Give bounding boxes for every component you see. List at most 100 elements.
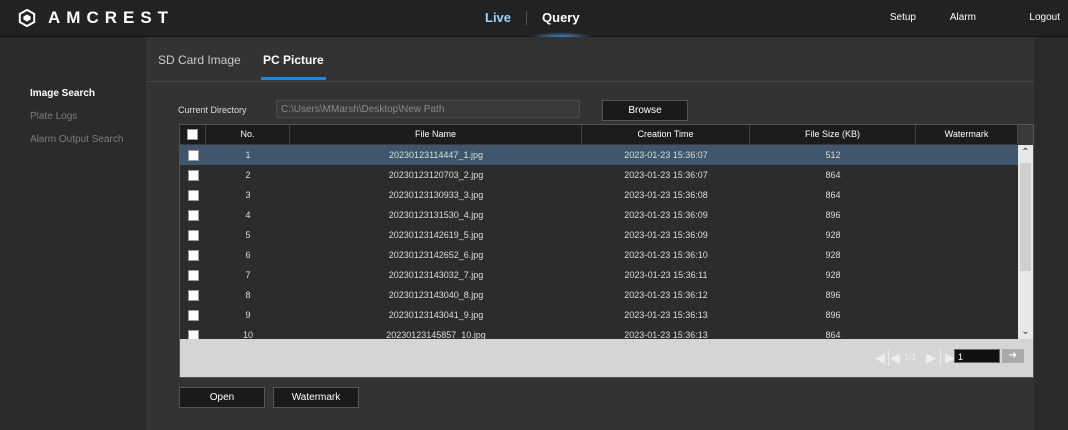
cell-watermark xyxy=(916,265,1018,285)
main-panel: SD Card Image PC Picture Current Directo… xyxy=(146,37,1034,430)
table-row[interactable]: 8 20230123143040_8.jpg 2023-01-23 15:36:12… xyxy=(180,285,1018,305)
go-to-page-icon[interactable]: ➜ xyxy=(1002,349,1024,363)
scroll-up-icon[interactable]: ⌃ xyxy=(1018,145,1033,160)
table-row[interactable]: 9 20230123143041_9.jpg 2023-01-23 15:36:13… xyxy=(180,305,1018,325)
select-all-checkbox[interactable] xyxy=(187,129,198,141)
tab-pc-picture[interactable]: PC Picture xyxy=(261,53,326,80)
row-checkbox[interactable] xyxy=(187,310,199,322)
table-row[interactable]: 1 20230123114447_1.jpg 2023-01-23 15:36:07… xyxy=(180,145,1018,165)
table-row[interactable]: 5 20230123142619_5.jpg 2023-01-23 15:36:09… xyxy=(180,225,1018,245)
nav-setup[interactable]: Setup xyxy=(890,12,916,23)
table-row[interactable]: 7 20230123143032_7.jpg 2023-01-23 15:36:11… xyxy=(180,265,1018,285)
cell-file-size: 928 xyxy=(825,250,841,260)
cell-watermark xyxy=(916,305,1018,325)
row-checkbox[interactable] xyxy=(187,150,199,162)
cell-no: 9 xyxy=(245,310,251,320)
cell-file-name: 20230123143032_7.jpg xyxy=(388,270,484,280)
row-checkbox[interactable] xyxy=(187,190,199,202)
row-select-cell xyxy=(180,265,206,285)
cell-watermark xyxy=(916,185,1018,205)
cell-file-size: 928 xyxy=(825,230,841,240)
cell-creation-time: 2023-01-23 15:36:13 xyxy=(624,310,708,320)
cell-creation-time: 2023-01-23 15:36:09 xyxy=(624,230,708,240)
tab-bar: SD Card Image PC Picture xyxy=(146,37,1034,82)
sidebar-item-image-search[interactable]: Image Search xyxy=(30,88,95,99)
watermark-button[interactable]: Watermark xyxy=(273,387,359,408)
row-checkbox[interactable] xyxy=(187,230,199,242)
row-select-cell xyxy=(180,205,206,225)
column-header-no: No. xyxy=(206,125,290,144)
cell-no: 3 xyxy=(245,190,251,200)
last-page-icon[interactable]: │▶ xyxy=(937,350,955,366)
scroll-thumb[interactable] xyxy=(1020,163,1031,271)
brand-name: AMCREST xyxy=(48,8,175,27)
amcrest-logo-icon xyxy=(18,9,36,27)
cell-watermark xyxy=(916,225,1018,245)
sidebar-item-alarm-output-search[interactable]: Alarm Output Search xyxy=(30,134,123,145)
page-count: 1/1 xyxy=(904,352,917,362)
cell-no: 5 xyxy=(245,230,251,240)
cell-file-size: 896 xyxy=(825,290,841,300)
table-row[interactable]: 3 20230123130933_3.jpg 2023-01-23 15:36:08… xyxy=(180,185,1018,205)
cell-file-size: 512 xyxy=(825,150,841,160)
column-header-creation-time: Creation Time xyxy=(582,125,750,144)
table-row[interactable]: 2 20230123120703_2.jpg 2023-01-23 15:36:07… xyxy=(180,165,1018,185)
cell-no: 1 xyxy=(245,150,251,160)
nav-live[interactable]: Live xyxy=(470,0,526,36)
cell-creation-time: 2023-01-23 15:36:11 xyxy=(624,270,708,280)
cell-file-name: 20230123130933_3.jpg xyxy=(388,190,484,200)
column-header-file-size: File Size (KB) xyxy=(750,125,916,144)
row-select-cell xyxy=(180,225,206,245)
row-select-cell xyxy=(180,165,206,185)
vertical-scrollbar[interactable]: ⌃ ⌄ xyxy=(1018,145,1033,339)
main-nav: Live Query xyxy=(470,0,595,38)
row-select-cell xyxy=(180,305,206,325)
column-header-file-name: File Name xyxy=(290,125,582,144)
cell-file-name: 20230123114447_1.jpg xyxy=(389,150,483,160)
column-header-watermark: Watermark xyxy=(916,125,1018,144)
cell-watermark xyxy=(916,285,1018,305)
cell-no: 2 xyxy=(245,170,251,180)
open-button[interactable]: Open xyxy=(179,387,265,408)
row-select-cell xyxy=(180,185,206,205)
next-page-icon[interactable]: ▶ xyxy=(926,350,936,366)
table-row[interactable]: 6 20230123142652_6.jpg 2023-01-23 15:36:10… xyxy=(180,245,1018,265)
cell-creation-time: 2023-01-23 15:36:12 xyxy=(624,290,708,300)
nav-logout[interactable]: Logout xyxy=(1029,12,1060,23)
scroll-down-icon[interactable]: ⌄ xyxy=(1018,324,1033,339)
page-number-input[interactable]: 1 xyxy=(954,349,1000,363)
cell-file-size: 896 xyxy=(825,210,841,220)
row-checkbox[interactable] xyxy=(187,210,199,222)
cell-watermark xyxy=(916,165,1018,185)
row-checkbox[interactable] xyxy=(187,250,199,262)
row-checkbox[interactable] xyxy=(187,290,199,302)
nav-alarm[interactable]: Alarm xyxy=(950,12,976,23)
row-checkbox[interactable] xyxy=(187,170,199,182)
browse-button[interactable]: Browse xyxy=(602,100,688,121)
cell-file-name: 20230123120703_2.jpg xyxy=(388,170,484,180)
current-directory-field[interactable]: C:\Users\MMarsh\Desktop\New Path xyxy=(276,100,580,118)
cell-file-name: 20230123143041_9.jpg xyxy=(388,310,484,320)
cell-watermark xyxy=(916,205,1018,225)
cell-no: 6 xyxy=(245,250,251,260)
row-select-cell xyxy=(180,285,206,305)
cell-file-size: 928 xyxy=(825,270,841,280)
pagination-bar: ◀│ ◀ 1/1 ▶ │▶ 1 ➜ xyxy=(180,339,1033,377)
brand-logo: AMCREST xyxy=(18,9,174,27)
row-select-cell xyxy=(180,245,206,265)
sidebar-item-plate-logs[interactable]: Plate Logs xyxy=(30,111,77,122)
prev-page-icon[interactable]: ◀ xyxy=(890,350,900,366)
cell-no: 4 xyxy=(245,210,251,220)
row-select-cell xyxy=(180,145,206,165)
cell-file-size: 864 xyxy=(825,170,841,180)
table-row[interactable]: 4 20230123131530_4.jpg 2023-01-23 15:36:09… xyxy=(180,205,1018,225)
sidebar: Image Search Plate Logs Alarm Output Sea… xyxy=(0,37,146,430)
row-checkbox[interactable] xyxy=(187,270,199,282)
cell-no: 7 xyxy=(245,270,251,280)
tab-sd-card-image[interactable]: SD Card Image xyxy=(158,53,241,67)
cell-creation-time: 2023-01-23 15:36:07 xyxy=(624,170,708,180)
cell-no: 8 xyxy=(245,290,251,300)
cell-creation-time: 2023-01-23 15:36:10 xyxy=(624,250,708,260)
cell-file-size: 896 xyxy=(825,310,841,320)
nav-query[interactable]: Query xyxy=(527,0,595,38)
